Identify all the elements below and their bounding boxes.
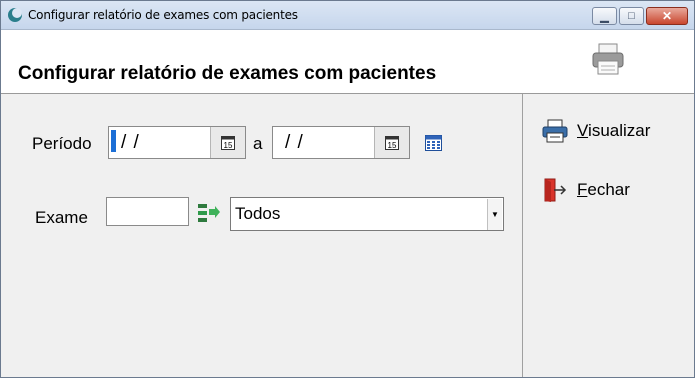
fechar-label: Fechar [577, 180, 630, 199]
maximize-button[interactable]: □ [619, 7, 644, 25]
app-logo-icon [8, 8, 22, 22]
close-button[interactable]: ✕ [646, 7, 688, 25]
exame-code-input[interactable] [106, 197, 189, 226]
maximize-icon: □ [628, 10, 635, 22]
page-title: Configurar relatório de exames com pacie… [18, 63, 437, 84]
app-window: Configurar relatório de exames com pacie… [0, 0, 695, 378]
svg-text:15: 15 [388, 141, 397, 150]
header-panel: Configurar relatório de exames com pacie… [1, 30, 694, 94]
between-label: a [253, 134, 263, 153]
exame-label: Exame [35, 208, 88, 227]
exit-door-icon [544, 178, 567, 202]
title-bar[interactable]: Configurar relatório de exames com pacie… [1, 1, 694, 30]
date-to-value: / / [285, 132, 304, 153]
calendar-icon: 15 [221, 135, 235, 150]
date-from-field[interactable]: / / 15 [108, 126, 246, 159]
date-from-calendar-button[interactable]: 15 [210, 127, 245, 158]
window-title: Configurar relatório de exames com pacie… [28, 8, 298, 22]
date-from-value: / / [121, 132, 140, 153]
periodo-label: Período [32, 134, 92, 153]
close-icon: ✕ [661, 9, 673, 23]
exame-select[interactable]: Todos ▼ [230, 197, 504, 231]
visualizar-label: Visualizar [577, 121, 651, 140]
minimize-icon: ▁ [600, 10, 609, 23]
minimize-button[interactable]: ▁ [592, 7, 617, 25]
exame-select-value: Todos [235, 204, 281, 223]
printer-icon [542, 119, 568, 143]
calendar-icon: 15 [385, 135, 399, 150]
calendar-range-icon[interactable] [425, 135, 442, 151]
search-list-icon[interactable] [197, 202, 221, 224]
date-to-field[interactable]: / / 15 [272, 126, 410, 159]
vertical-divider [522, 94, 523, 377]
visualizar-button[interactable]: Visualizar [541, 117, 650, 145]
printer-icon [592, 43, 624, 75]
chevron-down-icon[interactable]: ▼ [487, 199, 502, 230]
svg-text:15: 15 [224, 141, 233, 150]
fechar-button[interactable]: Fechar [541, 176, 630, 204]
date-to-calendar-button[interactable]: 15 [374, 127, 409, 158]
text-cursor [111, 130, 116, 152]
